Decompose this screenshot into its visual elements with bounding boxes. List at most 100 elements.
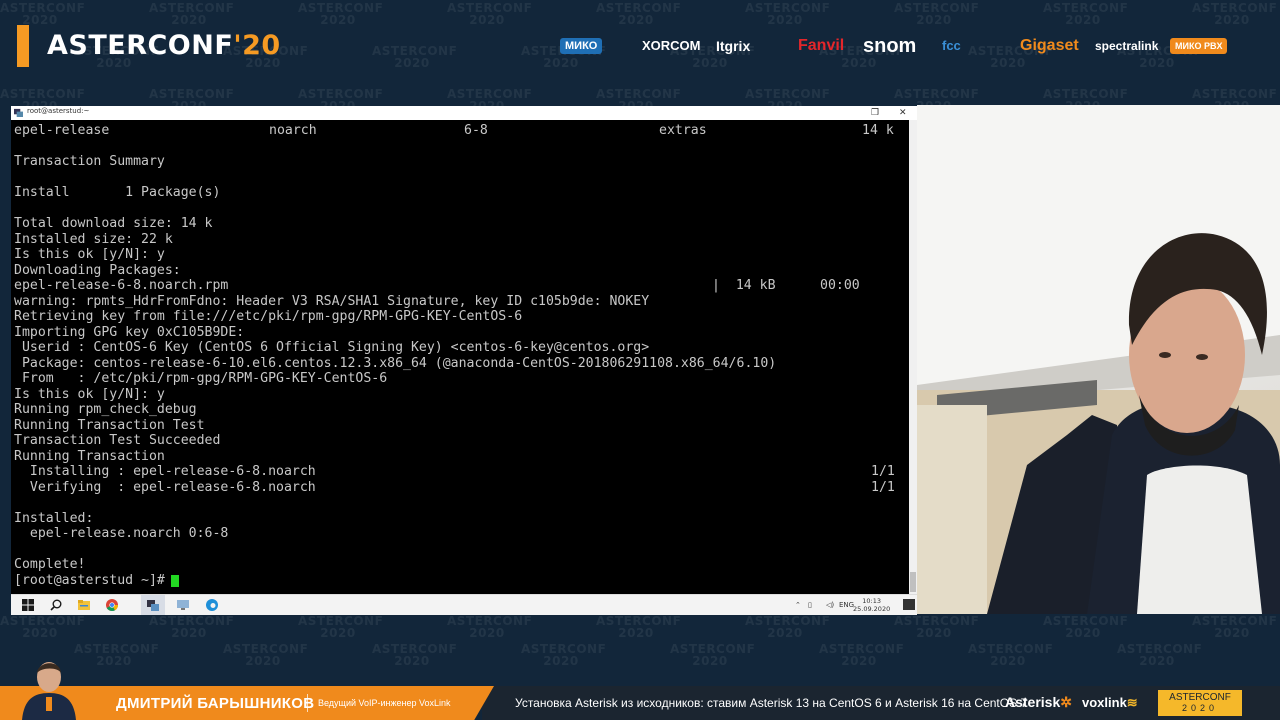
voxlink-logo-text: voxlink (1082, 695, 1127, 710)
terminal-line: Transaction Test Succeeded (14, 433, 907, 449)
terminal-text: [root@asterstud ~]# (14, 572, 165, 588)
brand-year: '20 (233, 30, 281, 61)
windows-taskbar: ⌃ ▯ ◁) ENG 10:13 25.09.2020 (11, 594, 917, 615)
terminal-text: Running Transaction (14, 448, 165, 464)
watermark-text: ASTERCONF 2020 (1043, 614, 1129, 640)
notifications-icon[interactable] (903, 599, 915, 610)
terminal-scrollbar[interactable] (909, 120, 917, 594)
terminal-cell: 14 k (862, 123, 894, 138)
speaker-avatar (22, 662, 76, 720)
scrollbar-thumb[interactable] (910, 572, 916, 592)
watermark-text: ASTERCONF 2020 (819, 642, 905, 668)
watermark-text: ASTERCONF 2020 (596, 614, 682, 640)
sponsor-logos: МИКО XORCOM Itgrix Fanvil snom fcc Gigaset spec… (558, 33, 1264, 59)
terminal-cursor[interactable] (171, 574, 180, 587)
watermark-text: ASTERCONF 2020 (894, 614, 980, 640)
terminal-line: Downloading Packages: (14, 263, 907, 279)
speaker-name: ДМИТРИЙ БАРЫШНИКОВ (116, 695, 315, 712)
terminal-line: Transaction Summary (14, 154, 907, 170)
terminal-line: From : /etc/pki/rpm-gpg/RPM-GPG-KEY-Cent… (14, 371, 907, 387)
terminal-title: root@asterstud:~ (27, 107, 90, 115)
terminal-cell: noarch (269, 123, 317, 138)
terminal-cell: 00:00 (820, 278, 860, 293)
terminal-text: Total download size: 14 k (14, 216, 213, 231)
terminal-cell: 6-8 (464, 123, 488, 138)
tray-chevron-icon[interactable]: ⌃ (795, 595, 801, 615)
terminal-line: Running rpm_check_debug (14, 402, 907, 418)
voxlink-logo: voxlink≋ (1082, 695, 1138, 711)
terminal-cell: 1/1 (871, 464, 895, 479)
terminal-text: Running Transaction Test (14, 417, 205, 433)
conference-badge: ASTERCONF 2020 (1158, 690, 1242, 716)
watermark-text: ASTERCONF 2020 (447, 614, 533, 640)
search-icon[interactable] (49, 598, 63, 612)
clock-time: 10:13 (862, 597, 881, 605)
sponsor-logo: fcc (942, 38, 961, 53)
terminal-text: warning: rpmts_HdrFromFdno: Header V3 RS… (14, 293, 650, 309)
watermark-text: ASTERCONF 2020 (968, 642, 1054, 668)
watermark-text: ASTERCONF 2020 (670, 642, 756, 668)
terminal-line: Package: centos-release-6-10.el6.centos.… (14, 356, 907, 372)
volume-icon[interactable]: ◁) (826, 595, 834, 615)
windows-start-icon[interactable] (21, 598, 35, 612)
close-icon[interactable]: ✕ (899, 106, 907, 120)
input-language[interactable]: ENG (839, 595, 854, 615)
watermark-text: ASTERCONF 2020 (223, 642, 309, 668)
terminal-text: Installed size: 22 k (14, 231, 173, 247)
brand-accent-bar (17, 25, 29, 67)
terminal-text: Complete! (14, 557, 86, 572)
chrome-icon[interactable] (105, 598, 119, 612)
terminal-cell: extras (659, 123, 707, 138)
terminal-titlebar[interactable]: root@asterstud:~ ❐ ✕ (11, 106, 917, 120)
voxlink-waves-icon: ≋ (1126, 695, 1138, 710)
terminal-line: warning: rpmts_HdrFromFdno: Header V3 RS… (14, 294, 907, 310)
speaker-role: Ведущий VoIP-инженер VoxLink (318, 698, 451, 708)
terminal-line: Running Transaction (14, 449, 907, 465)
terminal-line: Verifying : epel-release-6-8.noarch 1/1 (14, 480, 907, 496)
restore-icon[interactable]: ❐ (871, 106, 879, 120)
file-explorer-icon[interactable] (77, 598, 91, 612)
remote-desktop-icon[interactable] (176, 598, 190, 612)
terminal-line: Is this ok [y/N]: y (14, 247, 907, 263)
watermark-text: ASTERCONF 2020 (1117, 642, 1203, 668)
terminal-window[interactable]: root@asterstud:~ ❐ ✕ epel-release noarch 6… (11, 106, 917, 615)
badge-year: 2020 (1181, 703, 1219, 713)
terminal-line: Is this ok [y/N]: y (14, 387, 907, 403)
terminal-cell: 1/1 (871, 479, 895, 495)
terminal-line: Install 1 Package(s) (14, 185, 907, 201)
terminal-line: Importing GPG key 0xC105B9DE: (14, 325, 907, 341)
terminal-text: Installed: (14, 510, 94, 526)
network-icon[interactable]: ▯ (808, 595, 812, 615)
terminal-cell: epel-release-6-8.noarch.rpm (14, 278, 229, 293)
terminal-text: Importing GPG key 0xC105B9DE: (14, 324, 245, 340)
terminal-text: Transaction Summary (14, 154, 165, 169)
terminal-text: Running rpm_check_debug (14, 402, 197, 417)
sponsor-logo: Gigaset (1020, 37, 1079, 54)
terminal-cell: epel-release (14, 123, 110, 138)
terminal-text: Package: centos-release-6-10.el6.centos.… (14, 355, 777, 371)
talk-title: Установка Asterisk из исходников: ставим… (515, 696, 1028, 710)
sponsor-logo: snom (863, 35, 917, 57)
speaker-separator (307, 694, 308, 712)
terminal-line: Retrieving key from file:///etc/pki/rpm-… (14, 309, 907, 325)
putty-taskbar-icon[interactable] (146, 598, 160, 612)
system-clock[interactable]: 10:13 25.09.2020 (853, 597, 890, 613)
watermark-text: ASTERCONF 2020 (149, 614, 235, 640)
terminal-line: Total download size: 14 k (14, 216, 907, 232)
watermark-text: ASTERCONF 2020 (521, 642, 607, 668)
terminal-text: Install 1 Package(s) (14, 185, 221, 200)
sponsor-logo: МИКО (560, 38, 603, 54)
terminal-line: Installed: (14, 511, 907, 527)
terminal-line: Running Transaction Test (14, 418, 907, 434)
terminal-line: Complete! (14, 557, 907, 573)
putty-icon (14, 108, 23, 117)
edge-icon[interactable] (205, 598, 219, 612)
terminal-text: Retrieving key from file:///etc/pki/rpm-… (14, 309, 523, 324)
lower-third: ДМИТРИЙ БАРЫШНИКОВ Ведущий VoIP-инженер … (0, 686, 1280, 720)
terminal-text: Downloading Packages: (14, 262, 181, 278)
terminal-text: From : /etc/pki/rpm-gpg/RPM-GPG-KEY-Cent… (14, 371, 388, 386)
sponsor-logo: spectralink (1095, 39, 1159, 53)
terminal-line: epel-release-6-8.noarch.rpm | 14 kB 00:00 (14, 278, 907, 294)
terminal-text: Is this ok [y/N]: y (14, 386, 165, 402)
terminal-output[interactable]: epel-release noarch 6-8 extras 14 k Transacti… (14, 123, 907, 589)
